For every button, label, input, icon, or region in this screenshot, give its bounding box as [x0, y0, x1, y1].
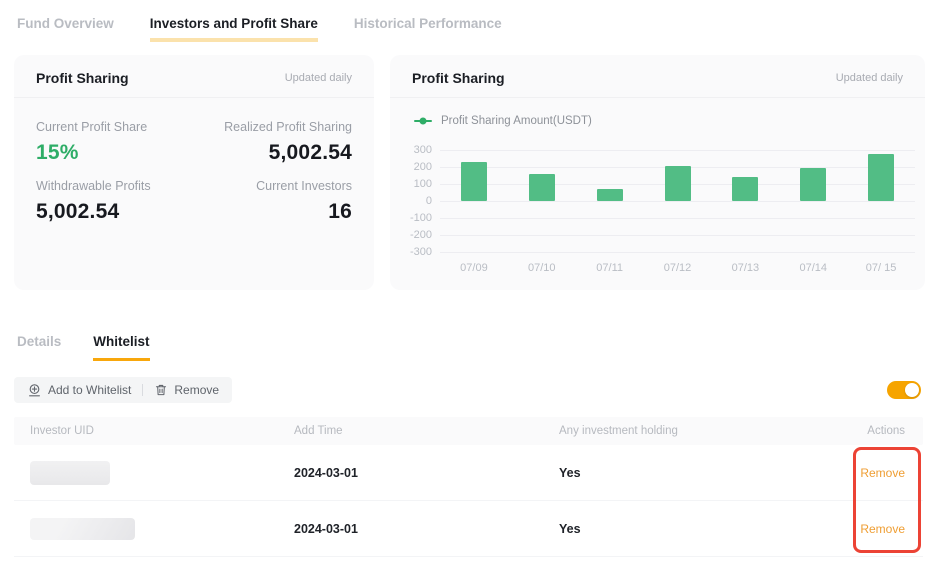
stat-withdrawable-profits: Withdrawable Profits 5,002.54	[36, 179, 194, 224]
chart-bar	[529, 174, 555, 201]
chart-bar	[597, 189, 623, 201]
tab-historical-performance[interactable]: Historical Performance	[354, 16, 502, 42]
chart-bar-slot	[440, 150, 508, 252]
table-row: 2024-03-01 Yes Remove	[14, 501, 923, 557]
chart-plot	[440, 150, 915, 252]
stat-label: Withdrawable Profits	[36, 179, 194, 193]
tab-whitelist[interactable]: Whitelist	[93, 334, 149, 361]
column-header-investor-uid: Investor UID	[14, 425, 294, 437]
legend-label: Profit Sharing Amount(USDT)	[441, 115, 592, 127]
chart-card-title: Profit Sharing	[412, 70, 505, 86]
stat-current-investors: Current Investors 16	[194, 179, 352, 224]
cell-investor-uid	[14, 518, 294, 540]
trash-icon	[154, 383, 168, 397]
stat-label: Current Investors	[194, 179, 352, 193]
whitelist-toggle[interactable]	[887, 381, 921, 399]
whitelist-toolbar: Add to Whitelist Remove	[14, 377, 921, 403]
chart-bar-slot	[508, 150, 576, 252]
column-header-holding: Any investment holding	[559, 425, 833, 437]
profit-card-header: Profit Sharing Updated daily	[14, 55, 374, 98]
profit-sharing-chart-card: Profit Sharing Updated daily Profit Shar…	[390, 55, 925, 290]
profit-card-title: Profit Sharing	[36, 70, 129, 86]
chart-bar	[665, 166, 691, 201]
chart-bar	[868, 154, 894, 201]
profit-stats: Current Profit Share 15% Realized Profit…	[14, 98, 374, 224]
chart-y-tick-label: -100	[410, 212, 432, 224]
cell-holding: Yes	[559, 522, 833, 536]
chart-y-tick-label: 0	[426, 195, 432, 207]
chart-y-tick-label: 300	[414, 144, 432, 156]
tab-fund-overview[interactable]: Fund Overview	[17, 16, 114, 42]
chart-x-axis: 07/0907/1007/1107/1207/1307/1407/ 15	[440, 262, 915, 274]
redacted-uid	[30, 518, 135, 540]
chart-y-tick-label: -300	[410, 246, 432, 258]
chart-bar-slot	[644, 150, 712, 252]
chart-x-tick-label: 07/09	[440, 262, 508, 274]
chart-card-header: Profit Sharing Updated daily	[390, 55, 925, 98]
chart-bar-slot	[779, 150, 847, 252]
add-to-whitelist-button[interactable]: Add to Whitelist	[16, 383, 142, 398]
remove-row-link[interactable]: Remove	[860, 466, 905, 480]
stat-value: 5,002.54	[194, 141, 352, 165]
redacted-uid	[30, 461, 110, 485]
chart-x-tick-label: 07/12	[644, 262, 712, 274]
remove-button[interactable]: Remove	[143, 383, 230, 397]
chart-gridline	[440, 252, 915, 253]
cell-holding: Yes	[559, 466, 833, 480]
chart-x-tick-label: 07/ 15	[847, 262, 915, 274]
whitelist-table: Investor UID Add Time Any investment hol…	[14, 417, 923, 557]
legend-dot-icon	[420, 118, 427, 125]
remove-button-label: Remove	[174, 383, 219, 397]
profit-sharing-card: Profit Sharing Updated daily Current Pro…	[14, 55, 374, 290]
table-row: 2024-03-01 Yes Remove	[14, 445, 923, 501]
cell-investor-uid	[14, 461, 294, 485]
cell-add-time: 2024-03-01	[294, 466, 559, 480]
table-header-row: Investor UID Add Time Any investment hol…	[14, 417, 923, 445]
chart-y-tick-label: -200	[410, 229, 432, 241]
chart-bar-slot	[847, 150, 915, 252]
chart-legend[interactable]: Profit Sharing Amount(USDT)	[390, 98, 925, 127]
toolbar-button-group: Add to Whitelist Remove	[14, 377, 232, 403]
chart-card-updated-label: Updated daily	[836, 72, 903, 84]
tab-investors-profit-share[interactable]: Investors and Profit Share	[150, 16, 318, 42]
top-tab-bar: Fund Overview Investors and Profit Share…	[0, 0, 937, 42]
stat-current-profit-share: Current Profit Share 15%	[36, 120, 194, 165]
legend-line-marker-icon	[414, 120, 432, 122]
chart-bar-slot	[711, 150, 779, 252]
tab-details[interactable]: Details	[17, 334, 61, 361]
chart-bar	[732, 177, 758, 201]
column-header-add-time: Add Time	[294, 425, 559, 437]
toggle-knob	[905, 383, 919, 397]
chart-y-tick-label: 200	[414, 161, 432, 173]
add-to-whitelist-icon	[27, 383, 42, 398]
stat-label: Realized Profit Sharing	[194, 120, 352, 134]
chart-x-tick-label: 07/11	[576, 262, 644, 274]
column-header-actions: Actions	[833, 425, 923, 437]
chart-bar-slot	[576, 150, 644, 252]
chart-y-tick-label: 100	[414, 178, 432, 190]
remove-row-link[interactable]: Remove	[860, 522, 905, 536]
chart-x-tick-label: 07/10	[508, 262, 576, 274]
stat-value: 15%	[36, 141, 194, 165]
bar-chart: 3002001000-100-200-300	[390, 127, 925, 252]
summary-section: Profit Sharing Updated daily Current Pro…	[14, 55, 925, 290]
add-to-whitelist-label: Add to Whitelist	[48, 383, 131, 397]
chart-x-tick-label: 07/13	[711, 262, 779, 274]
stat-value: 5,002.54	[36, 200, 194, 224]
stat-value: 16	[194, 200, 352, 224]
chart-y-axis: 3002001000-100-200-300	[404, 150, 440, 252]
stat-label: Current Profit Share	[36, 120, 194, 134]
chart-bar	[461, 162, 487, 201]
cell-add-time: 2024-03-01	[294, 522, 559, 536]
detail-tab-bar: Details Whitelist	[17, 334, 937, 361]
profit-card-updated-label: Updated daily	[285, 72, 352, 84]
stat-realized-profit-sharing: Realized Profit Sharing 5,002.54	[194, 120, 352, 165]
chart-x-tick-label: 07/14	[779, 262, 847, 274]
chart-bar	[800, 168, 826, 201]
